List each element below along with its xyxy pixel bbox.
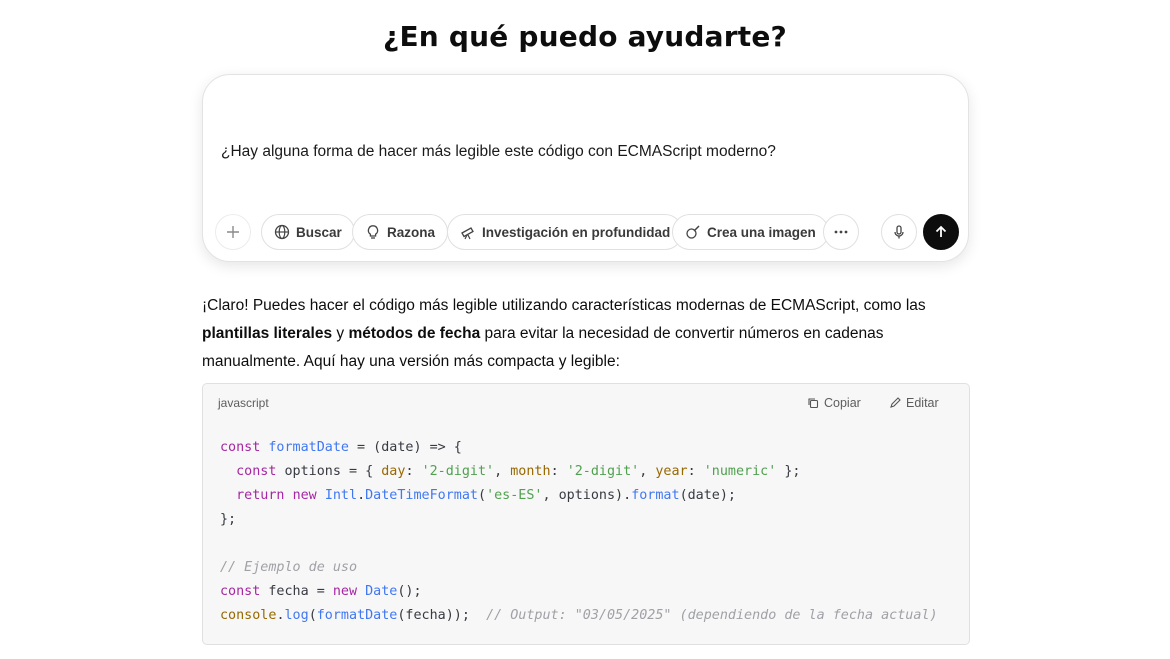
more-tools-button[interactable] xyxy=(823,214,859,250)
telescope-icon xyxy=(461,227,474,240)
prompt-text[interactable]: ¿Hay alguna forma de hacer más legible e… xyxy=(221,143,776,161)
lightbulb-icon xyxy=(367,225,379,239)
reason-button[interactable]: Razona xyxy=(352,214,449,250)
microphone-icon xyxy=(894,225,904,239)
answer-bold-2: métodos de fecha xyxy=(348,325,481,342)
voice-button[interactable] xyxy=(881,214,917,250)
create-image-label: Crea una imagen xyxy=(707,224,816,240)
more-icon xyxy=(834,230,848,234)
answer-text-1: ¡Claro! Puedes hacer el código más legib… xyxy=(202,297,926,314)
reason-label: Razona xyxy=(387,224,436,240)
arrow-up-icon xyxy=(935,225,947,237)
page-title: ¿En qué puedo ayudarte? xyxy=(383,20,787,53)
globe-icon xyxy=(274,224,290,240)
answer-text-2: para evitar la necesidad de convertir nú… xyxy=(480,325,884,342)
send-button[interactable] xyxy=(923,214,959,250)
edit-code-button[interactable]: Editar xyxy=(889,396,939,410)
prompt-composer[interactable]: ¿Hay alguna forma de hacer más legible e… xyxy=(202,74,969,262)
answer-bold-1: plantillas literales xyxy=(202,325,333,342)
create-image-button[interactable]: Crea una imagen xyxy=(672,214,829,250)
answer-text-3: manualmente. Aquí hay una versión más co… xyxy=(202,353,620,370)
code-language: javascript xyxy=(218,396,269,410)
code-content: const formatDate = (date) => { const opt… xyxy=(220,440,938,623)
copy-label: Copiar xyxy=(824,396,861,410)
attach-button[interactable] xyxy=(215,214,251,250)
edit-icon xyxy=(890,397,901,408)
paint-brush-icon xyxy=(686,225,700,239)
edit-label: Editar xyxy=(906,396,939,410)
copy-icon xyxy=(808,398,819,409)
answer-connector: y xyxy=(332,325,349,342)
search-button[interactable]: Buscar xyxy=(261,214,355,250)
assistant-answer: ¡Claro! Puedes hacer el código más legib… xyxy=(202,292,969,376)
deep-research-label: Investigación en profundidad xyxy=(482,224,671,240)
plus-icon xyxy=(227,226,239,238)
code-block: javascript Copiar Editar const formatDat… xyxy=(202,383,970,645)
deep-research-button[interactable]: Investigación en profundidad xyxy=(447,214,684,250)
search-label: Buscar xyxy=(296,224,342,240)
composer-toolbar: Buscar Razona Investigación en profundid… xyxy=(215,214,959,250)
copy-code-button[interactable]: Copiar xyxy=(807,396,861,410)
